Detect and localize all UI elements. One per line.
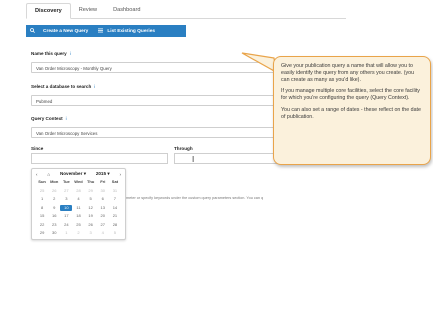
next-month-icon[interactable]: ›: [119, 172, 121, 177]
calendar-day[interactable]: 27: [60, 188, 72, 194]
calendar-day[interactable]: 3: [85, 230, 97, 236]
weekday-header: Tue: [62, 179, 70, 184]
calendar-day[interactable]: 1: [36, 196, 48, 202]
calendar-day[interactable]: 3: [60, 196, 72, 202]
calendar-day[interactable]: 12: [85, 205, 97, 211]
keyword-hint-text: meter or specify keywords under the cust…: [126, 196, 264, 200]
calendar-day[interactable]: 5: [85, 196, 97, 202]
query-name-label: Name this query i: [31, 51, 71, 56]
help-callout: Give your publication query a name that …: [273, 56, 431, 165]
weekday-header: Sat: [111, 179, 119, 184]
calendar-day[interactable]: 25: [72, 222, 84, 228]
calendar-day[interactable]: 26: [48, 188, 60, 194]
date-picker-header: ‹ ⌂ November ▾ 2015 ▾ ›: [32, 169, 125, 179]
calendar-day[interactable]: 1: [60, 230, 72, 236]
calendar-day[interactable]: 16: [48, 213, 60, 219]
calendar-day[interactable]: 7: [109, 196, 121, 202]
tab-discovery[interactable]: Discovery: [26, 3, 71, 19]
prev-month-icon[interactable]: ‹: [36, 172, 38, 177]
calendar-day[interactable]: 20: [97, 213, 109, 219]
year-label: 2015: [95, 171, 107, 176]
create-query-button[interactable]: Create a New Query: [43, 29, 88, 34]
query-context-label: Query Context i: [31, 116, 67, 121]
date-picker-grid: Sun Mon Tue Wed Thu Fri Sat 25 26 27 28 29 30 31 1 2 3 4 5…: [32, 179, 125, 236]
query-name-label-text: Name this query: [31, 51, 67, 56]
weekday-header: Thu: [86, 179, 95, 184]
calendar-day-selected[interactable]: 10: [60, 204, 73, 211]
calendar-day[interactable]: 11: [72, 205, 84, 211]
calendar-day[interactable]: 2: [48, 196, 60, 202]
search-icon: [30, 27, 35, 35]
calendar-day[interactable]: 30: [48, 230, 60, 236]
weekday-header: Sun: [38, 179, 46, 184]
calendar-day[interactable]: 25: [36, 188, 48, 194]
calendar-day[interactable]: 23: [48, 222, 60, 228]
calendar-day[interactable]: 4: [97, 230, 109, 236]
calendar-day[interactable]: 14: [109, 205, 121, 211]
info-icon[interactable]: i: [70, 51, 71, 56]
database-label: Select a database to search i: [31, 84, 95, 89]
callout-paragraph: Give your publication query a name that …: [281, 63, 415, 83]
calendar-day[interactable]: 2: [72, 230, 84, 236]
calendar-day[interactable]: 24: [60, 222, 72, 228]
chevron-down-icon: ▾: [83, 171, 86, 176]
callout-paragraph: You can also set a range of dates - thes…: [281, 106, 421, 120]
year-select[interactable]: 2015 ▾: [96, 171, 110, 177]
calendar-day[interactable]: 28: [72, 188, 84, 194]
calendar-day[interactable]: 31: [109, 188, 121, 194]
calendar-day[interactable]: 30: [97, 188, 109, 194]
calendar-day[interactable]: 6: [97, 196, 109, 202]
weekday-header: Wed: [74, 179, 83, 184]
weekday-header: Fri: [100, 179, 106, 184]
calendar-day[interactable]: 19: [85, 213, 97, 219]
calendar-day[interactable]: 27: [97, 222, 109, 228]
calendar-day[interactable]: 9: [48, 205, 60, 211]
database-label-text: Select a database to search: [31, 84, 92, 89]
calendar-day[interactable]: 5: [109, 230, 121, 236]
calendar-day[interactable]: 29: [36, 230, 48, 236]
calendar-day[interactable]: 17: [60, 213, 72, 219]
month-select[interactable]: November ▾: [60, 171, 86, 177]
calendar-day[interactable]: 4: [72, 196, 84, 202]
calendar-day[interactable]: 13: [97, 205, 109, 211]
calendar-day[interactable]: 28: [109, 222, 121, 228]
list-icon: [98, 28, 104, 35]
date-picker: ‹ ⌂ November ▾ 2015 ▾ › Sun Mon Tue Wed Thu F…: [31, 168, 126, 240]
calendar-day[interactable]: 8: [36, 205, 48, 211]
list-queries-button[interactable]: List Existing Queries: [107, 29, 155, 34]
calendar-day[interactable]: 21: [109, 213, 121, 219]
info-icon[interactable]: i: [66, 116, 67, 121]
calendar-day[interactable]: 22: [36, 222, 48, 228]
query-context-label-text: Query Context: [31, 116, 63, 121]
info-icon[interactable]: i: [94, 84, 95, 89]
tab-bar: Discovery Review Dashboard: [26, 3, 346, 19]
calendar-day[interactable]: 26: [85, 222, 97, 228]
chevron-down-icon: ▾: [107, 171, 110, 176]
since-label: Since: [31, 146, 44, 151]
callout-paragraph: If you manage multiple core facilities, …: [281, 88, 420, 102]
through-label: Through: [174, 146, 193, 151]
calendar-day[interactable]: 29: [85, 188, 97, 194]
weekday-header: Mon: [50, 179, 59, 184]
home-icon[interactable]: ⌂: [47, 172, 50, 177]
calendar-day[interactable]: 15: [36, 213, 48, 219]
since-date-input[interactable]: [31, 153, 168, 164]
action-toolbar: Create a New Query List Existing Queries: [26, 25, 186, 37]
calendar-day[interactable]: 18: [72, 213, 84, 219]
text-cursor-icon: I: [192, 155, 195, 164]
tab-dashboard[interactable]: Dashboard: [105, 3, 148, 19]
month-label: November: [59, 171, 83, 176]
tab-review[interactable]: Review: [71, 3, 105, 19]
